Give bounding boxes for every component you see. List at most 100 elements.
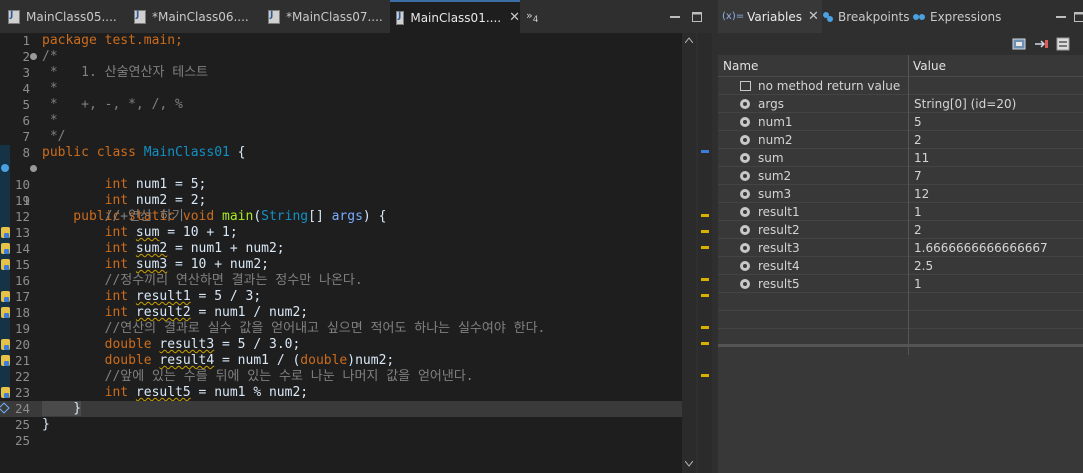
code-line: 14 int sum2 = num1 + num2; bbox=[0, 241, 682, 257]
warning-marker[interactable] bbox=[701, 278, 709, 281]
code-line: 17 int result1 = 5 / 3; bbox=[0, 289, 682, 305]
warning-icon[interactable] bbox=[1, 227, 10, 238]
variable-row[interactable]: args String[0] (id=20) bbox=[718, 95, 1083, 113]
editor-vertical-scrollbar[interactable] bbox=[682, 33, 696, 473]
editor-tab-mainclass01[interactable]: MainClass01.... ✕ bbox=[390, 0, 520, 33]
return-value-icon bbox=[740, 81, 751, 91]
editor-tab-mainclass07[interactable]: *MainClass07.... bbox=[268, 0, 383, 33]
variable-row[interactable]: result3 1.6666666666666667 bbox=[718, 239, 1083, 257]
java-file-icon bbox=[134, 9, 146, 24]
code-line: 15 int sum3 = 10 + num2; bbox=[0, 257, 682, 273]
code-line: 13 int sum = 10 + 1; bbox=[0, 225, 682, 241]
code-editor[interactable]: 1 package test.main; 2/* 3 * 1. 산술연산자 테스트… bbox=[0, 33, 682, 473]
java-file-icon bbox=[8, 9, 20, 24]
double-chevron-icon: » bbox=[526, 9, 533, 22]
variable-row[interactable]: result5 1 bbox=[718, 275, 1083, 293]
tab-label: Breakpoints bbox=[838, 9, 910, 24]
tab-label: MainClass05.... bbox=[26, 9, 117, 24]
code-line: 11 int num2 = 2; bbox=[14, 193, 207, 208]
code-line: 9 public static void main(String[] args)… bbox=[0, 161, 682, 224]
variable-row[interactable]: result2 2 bbox=[718, 221, 1083, 239]
maximize-icon[interactable] bbox=[1074, 12, 1083, 22]
variable-row[interactable]: sum2 7 bbox=[718, 167, 1083, 185]
variable-row[interactable]: no method return value bbox=[718, 77, 1083, 95]
overview-ruler[interactable] bbox=[698, 33, 712, 473]
java-file-icon bbox=[396, 10, 405, 25]
code-line: 16 //정수끼리 연산하면 결과는 정수만 나온다. bbox=[14, 273, 363, 288]
variables-toolbar bbox=[716, 33, 1083, 55]
debug-view-tab-bar: (x)= Variables ✕ Breakpoints Expressions bbox=[716, 0, 1083, 33]
breakpoint-icon[interactable] bbox=[1, 164, 9, 172]
maximize-icon[interactable] bbox=[692, 12, 702, 22]
local-variable-icon bbox=[740, 225, 750, 235]
variable-row[interactable]: result1 1 bbox=[718, 203, 1083, 221]
warning-icon[interactable] bbox=[1, 307, 10, 318]
column-header-name[interactable]: Name bbox=[718, 55, 908, 77]
warning-marker[interactable] bbox=[701, 326, 709, 329]
warning-marker[interactable] bbox=[701, 246, 709, 249]
code-line: 19 //연산의 결과로 실수 값을 얻어내고 싶으면 적어도 하나는 실수여야… bbox=[14, 321, 546, 336]
warning-icon[interactable] bbox=[1, 339, 10, 350]
variable-row[interactable]: sum3 12 bbox=[718, 185, 1083, 203]
variable-row[interactable]: num2 2 bbox=[718, 131, 1083, 149]
overflow-count: 4 bbox=[532, 15, 539, 26]
tab-breakpoints[interactable]: Breakpoints bbox=[822, 0, 909, 33]
code-line: 25} bbox=[14, 417, 50, 432]
code-line: 8 public class MainClass01 { bbox=[22, 145, 246, 160]
warning-icon[interactable] bbox=[1, 291, 10, 302]
close-icon[interactable]: ✕ bbox=[509, 10, 520, 25]
tab-overflow-button[interactable]: »4 bbox=[526, 9, 538, 25]
show-type-names-icon[interactable] bbox=[1034, 37, 1050, 51]
close-icon[interactable]: ✕ bbox=[808, 9, 819, 24]
warning-marker[interactable] bbox=[701, 214, 709, 217]
tab-label: Variables bbox=[747, 9, 802, 24]
warning-marker[interactable] bbox=[701, 342, 709, 345]
column-separator[interactable] bbox=[908, 55, 909, 355]
tab-label: *MainClass07.... bbox=[286, 9, 383, 24]
breakpoint-marker[interactable] bbox=[701, 150, 709, 153]
local-variable-icon bbox=[740, 189, 750, 199]
expressions-icon bbox=[913, 13, 925, 20]
variable-row[interactable]: num1 5 bbox=[718, 113, 1083, 131]
local-variable-icon bbox=[740, 99, 750, 109]
local-variable-icon bbox=[740, 117, 750, 127]
code-line: 20 double result3 = 5 / 3.0; bbox=[0, 337, 682, 353]
collapse-all-icon[interactable] bbox=[1012, 37, 1028, 51]
scroll-up-icon[interactable] bbox=[685, 37, 693, 43]
local-variable-icon bbox=[740, 135, 750, 145]
minimize-icon[interactable] bbox=[1056, 12, 1066, 22]
view-menu-icon[interactable] bbox=[1056, 37, 1070, 51]
warning-marker[interactable] bbox=[701, 294, 709, 297]
fold-icon[interactable] bbox=[30, 53, 37, 60]
tab-expressions[interactable]: Expressions bbox=[912, 0, 1001, 33]
warning-marker[interactable] bbox=[701, 374, 709, 377]
variable-row[interactable]: sum 11 bbox=[718, 149, 1083, 167]
warning-icon[interactable] bbox=[1, 355, 10, 366]
scroll-down-icon[interactable] bbox=[685, 461, 693, 467]
editor-tab-bar: MainClass05.... *MainClass06.... *MainCl… bbox=[0, 0, 712, 33]
warning-marker[interactable] bbox=[701, 230, 709, 233]
fold-icon[interactable] bbox=[30, 165, 37, 172]
code-line: 10 int num1 = 5; bbox=[14, 177, 207, 192]
code-line: 21 double result4 = num1 / (double)num2; bbox=[0, 353, 682, 369]
warning-icon[interactable] bbox=[1, 387, 10, 398]
breakpoints-icon bbox=[823, 11, 833, 22]
column-header-value[interactable]: Value bbox=[908, 55, 1083, 77]
variables-icon: (x)= bbox=[722, 11, 745, 22]
code-line: 12 //+연산 하기 bbox=[14, 209, 184, 224]
tab-label: MainClass01.... bbox=[410, 10, 502, 25]
editor-tab-mainclass05[interactable]: MainClass05.... bbox=[8, 0, 117, 33]
warning-icon[interactable] bbox=[1, 259, 10, 270]
empty-row bbox=[718, 329, 1083, 347]
tab-variables[interactable]: (x)= Variables ✕ bbox=[718, 0, 822, 33]
empty-row bbox=[718, 293, 1083, 311]
variables-table[interactable]: Name Value no method return value args St… bbox=[718, 55, 1083, 473]
code-line: 5 * +, -, *, /, % bbox=[22, 97, 183, 112]
editor-tab-mainclass06[interactable]: *MainClass06.... bbox=[134, 0, 249, 33]
minimize-icon[interactable] bbox=[670, 12, 680, 22]
variable-row[interactable]: result4 2.5 bbox=[718, 257, 1083, 275]
current-instruction-line: 24 } bbox=[0, 401, 682, 417]
tab-label: Expressions bbox=[930, 9, 1002, 24]
local-variable-icon bbox=[740, 207, 750, 217]
warning-icon[interactable] bbox=[1, 243, 10, 254]
